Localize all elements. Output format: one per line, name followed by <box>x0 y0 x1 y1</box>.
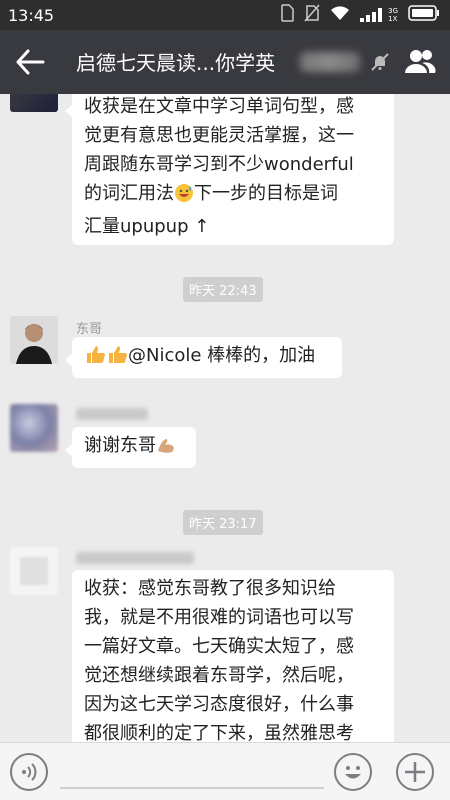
flexed-biceps-emoji-icon <box>156 433 178 464</box>
timestamp: 昨天 22:43 <box>183 277 263 302</box>
message-input[interactable] <box>60 787 324 789</box>
avatar[interactable] <box>10 404 58 452</box>
person-photo-icon <box>10 316 58 364</box>
message-text: 谢谢东哥 <box>84 435 156 456</box>
sim-icon <box>280 4 294 26</box>
message-bubble[interactable]: 收获：感觉东哥教了很多知识给 我，就是不用很难的词语也可以写 一篇好文章。七天确… <box>72 570 394 742</box>
blurred-title-part <box>300 52 360 72</box>
avatar[interactable] <box>10 94 58 112</box>
wifi-icon <box>330 5 350 25</box>
message-line: 的词汇用法 下一步的目标是词 <box>84 179 382 212</box>
message-line: 周跟随东哥学习到不少wonderful <box>84 154 354 175</box>
plus-icon <box>405 762 425 782</box>
avatar[interactable] <box>10 547 58 595</box>
mute-bell-icon <box>370 52 390 72</box>
back-button[interactable] <box>14 47 46 77</box>
status-time: 13:45 <box>8 6 55 25</box>
message-line: 我，就是不用很难的词语也可以写 <box>84 607 354 628</box>
emoji-icon <box>345 766 361 779</box>
chat-messages[interactable]: 收获是在文章中学习单词句型，感 觉更有意思也更能灵活掌握，这一 周跟随东哥学习到… <box>0 94 450 742</box>
group-members-icon <box>405 50 436 73</box>
no-sim-icon <box>304 4 320 26</box>
message-line: 觉更有意思也更能灵活掌握，这一 <box>84 125 354 146</box>
message-line: 一篇好文章。七天确实太短了，感 <box>84 636 354 657</box>
message-line: 因为这七天学习态度很好，什么事 <box>84 694 354 715</box>
blurred-sender-name <box>76 408 148 420</box>
sweat-smile-emoji-icon <box>174 183 194 212</box>
timestamp: 昨天 23:17 <box>183 510 263 535</box>
message-line-text: 的词汇用法 <box>84 183 174 204</box>
battery-icon <box>408 5 440 25</box>
status-icons: 3G 1X <box>280 4 440 26</box>
chat-header: 启德七天晨读...你学英 <box>0 30 450 94</box>
thumbs-up-emoji-icon <box>106 343 128 374</box>
more-actions-button[interactable] <box>396 753 434 791</box>
signal-icon: 3G 1X <box>360 7 398 23</box>
emoji-button[interactable] <box>334 753 372 791</box>
message-bubble[interactable]: 谢谢东哥 <box>65 427 196 468</box>
network-type: 3G <box>388 7 398 15</box>
back-arrow-icon <box>16 49 45 75</box>
message-line: 觉还想继续跟着东哥学，然后呢， <box>84 665 354 686</box>
blurred-sender-name <box>76 552 194 564</box>
message-line-text: 下一步的目标是词 <box>194 183 338 204</box>
message-line: 都很顺利的定了下来，虽然雅思考 <box>84 723 354 742</box>
voice-icon <box>22 763 37 781</box>
blurred-avatar-icon <box>20 557 48 585</box>
input-bar <box>0 742 450 800</box>
message-text: @Nicole 棒棒的，加油 <box>128 345 316 366</box>
avatar[interactable] <box>10 316 58 364</box>
message-line: 汇量upupup ↑ <box>84 216 210 237</box>
message-line: 收获：感觉东哥教了很多知识给 <box>84 578 336 599</box>
chat-title: 启德七天晨读...你学英 <box>76 51 276 75</box>
message-bubble[interactable]: @Nicole 棒棒的，加油 <box>65 337 342 378</box>
status-bar: 13:45 3G 1X <box>0 0 450 30</box>
message-bubble[interactable]: 收获是在文章中学习单词句型，感 觉更有意思也更能灵活掌握，这一 周跟随东哥学习到… <box>65 94 394 245</box>
voice-button[interactable] <box>10 753 48 791</box>
thumbs-up-emoji-icon <box>84 343 106 374</box>
group-members-button[interactable] <box>404 47 436 75</box>
message-line: 收获是在文章中学习单词句型，感 <box>84 96 354 117</box>
sender-name: 东哥 <box>76 322 103 337</box>
network-subtype: 1X <box>388 15 398 23</box>
